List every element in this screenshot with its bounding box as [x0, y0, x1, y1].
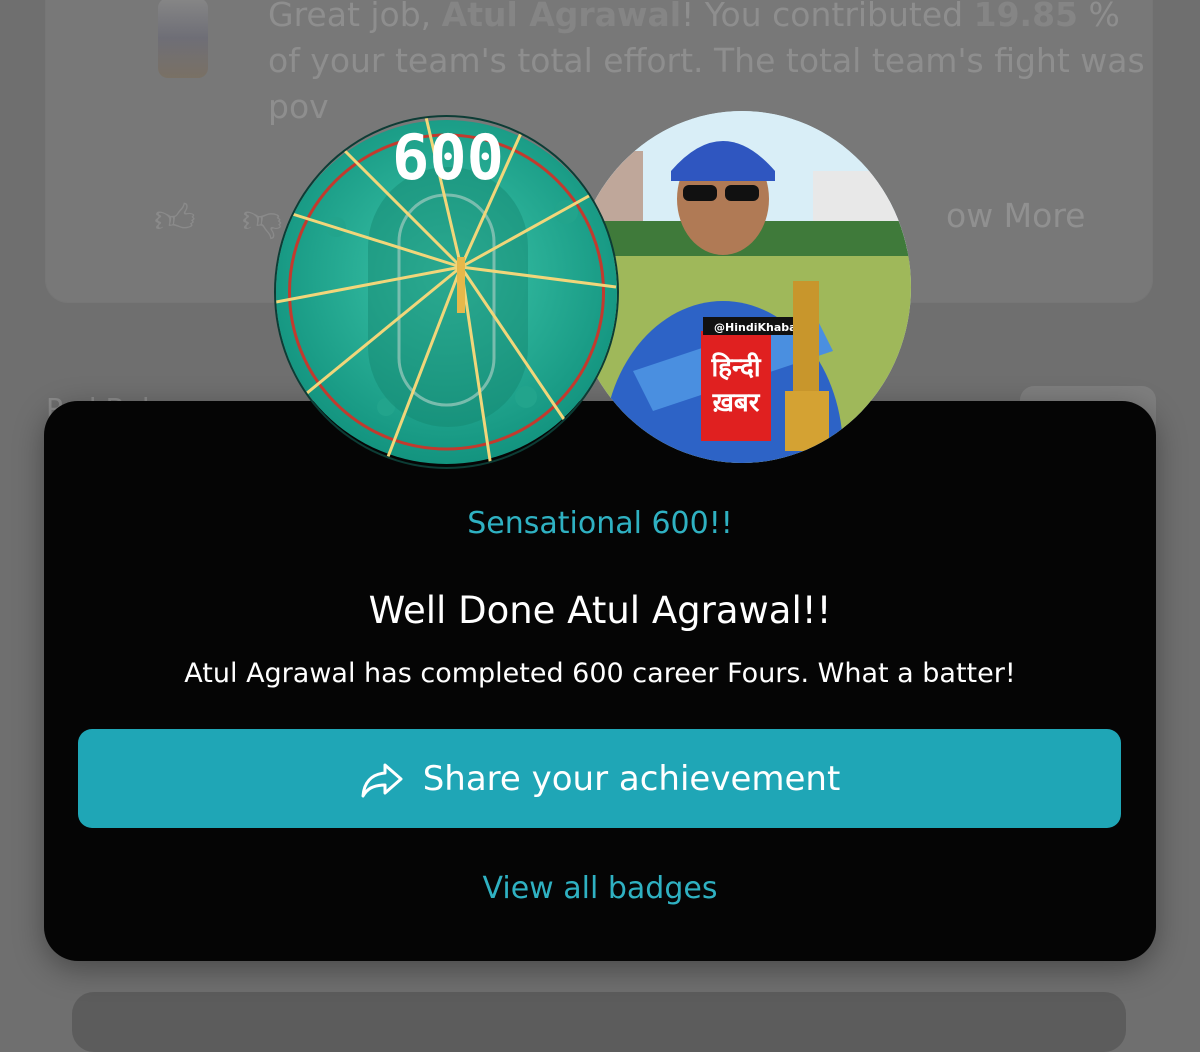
feed-player-name: Atul Agrawal [441, 0, 682, 34]
background-bottom-card [72, 992, 1126, 1052]
photo-handle: @HindiKhabar [714, 321, 803, 334]
thumbs-down-icon[interactable]: 👎︎ [242, 195, 283, 243]
show-more-link[interactable]: ow More [946, 196, 1085, 235]
feed-actions: 👍︎ 👎︎ [154, 195, 282, 243]
view-all-badges-link[interactable]: View all badges [0, 871, 1200, 906]
feed-text-mid: ! You contributed [681, 0, 974, 34]
share-achievement-button[interactable]: Share your achievement [78, 729, 1121, 828]
feed-text-prefix: Great job, [268, 0, 442, 34]
feed-avatar [158, 0, 208, 78]
shirt-text-line2: ख़बर [712, 388, 761, 418]
player-avatar: हिन्दी ख़बर @HindiKhabar [573, 111, 911, 463]
shirt-text-line1: हिन्दी [710, 352, 761, 383]
congrats-headline: Well Done Atul Agrawal!! [368, 589, 832, 632]
feed-post-text: Great job, Atul Agrawal! You contributed… [268, 0, 1148, 130]
achievement-message: Atul Agrawal has completed 600 career Fo… [184, 658, 1016, 689]
badge-graphic: 600 [276, 117, 617, 467]
badge-milestone-text: 600 [392, 121, 504, 194]
feed-percentage: 19.85 [973, 0, 1078, 34]
badge-name: Sensational 600!! [467, 506, 733, 541]
share-button-label: Share your achievement [422, 758, 841, 799]
thumbs-up-icon[interactable]: 👍︎ [154, 195, 196, 243]
player-photo: हिन्दी ख़बर @HindiKhabar [573, 111, 911, 463]
share-icon [361, 763, 403, 797]
sensational-600-badge: 600 [276, 117, 617, 467]
